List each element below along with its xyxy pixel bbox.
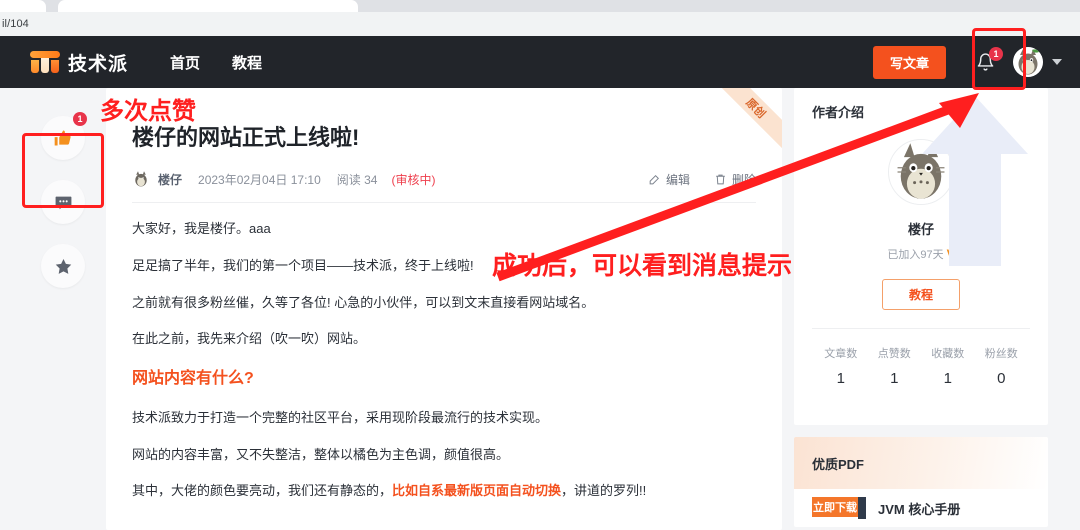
site-navbar: 技术派 首页 教程 写文章 1 bbox=[0, 36, 1080, 88]
article-read-count: 阅读 34 bbox=[336, 172, 378, 187]
delete-label: 删除 bbox=[731, 172, 756, 187]
thumbs-up-icon bbox=[54, 130, 71, 146]
totoro-avatar-icon bbox=[132, 170, 150, 188]
page-body: 1 原创 楼仔的网站正式上线啦! 楼仔 2023年02月04日 17:10 阅读… bbox=[0, 88, 1080, 530]
stat-value: 1 bbox=[890, 370, 899, 387]
browser-url-bar[interactable]: il/104 bbox=[0, 12, 1080, 36]
article-action-rail: 1 bbox=[26, 112, 100, 308]
article-paragraph-clipped: 其中，大佬的颜色要亮动，我们还有静态的，比如自系最新版页面自动切换，讲道的罗列!… bbox=[132, 481, 756, 502]
clipped-prefix: 其中，大佬的颜色要亮动，我们还有静态的， bbox=[132, 483, 393, 499]
pdf-card: 优质PDF 立即下载 JVM 核心手册 bbox=[794, 437, 1048, 527]
article-date: 2023年02月04日 17:10 bbox=[198, 172, 321, 187]
totoro-avatar-icon bbox=[1013, 47, 1043, 77]
chevron-down-icon[interactable] bbox=[1052, 59, 1062, 65]
nav-links: 首页 教程 bbox=[170, 52, 294, 73]
clipped-suffix: ，讲道的罗列!! bbox=[561, 483, 647, 499]
sidebar: 作者介绍 楼仔 已加入97天 教程 文章数 1 点赞数 1 收藏数 1 粉丝数 … bbox=[794, 88, 1048, 530]
stat-value: 1 bbox=[943, 370, 952, 387]
download-tag: 立即下载 bbox=[812, 497, 858, 517]
stat-label: 收藏数 bbox=[931, 348, 965, 360]
clipped-highlight: 比如自系最新版页面自动切换 bbox=[392, 483, 562, 499]
pdf-card-header: 优质PDF bbox=[794, 437, 1048, 489]
pdf-card-title: 优质PDF bbox=[812, 456, 865, 472]
logo-mark-icon bbox=[30, 51, 60, 73]
article-heading: 网站内容有什么? bbox=[132, 370, 254, 388]
author-avatar-small bbox=[132, 170, 150, 188]
original-ribbon-label: 原创 bbox=[716, 88, 782, 150]
article-paragraph: 足足搞了半年，我们的第一个项目——技术派，终于上线啦! bbox=[132, 257, 474, 273]
article-paragraph: 之前就有很多粉丝催，久等了各位! 心急的小伙伴，可以到文末直接看网站域名。 bbox=[132, 294, 595, 310]
edit-icon bbox=[649, 174, 659, 184]
comment-icon bbox=[55, 196, 71, 209]
favorite-button[interactable] bbox=[41, 244, 85, 288]
status-badge: (审核中) bbox=[391, 172, 436, 187]
nav-link-tutorial[interactable]: 教程 bbox=[232, 52, 262, 73]
like-count-badge: 1 bbox=[73, 112, 87, 126]
notification-badge: 1 bbox=[989, 47, 1003, 61]
edit-button[interactable]: 编辑 bbox=[648, 171, 690, 188]
stat-label: 点赞数 bbox=[877, 348, 911, 360]
brand-name: 技术派 bbox=[68, 53, 129, 75]
pdf-list-item[interactable]: 立即下载 JVM 核心手册 bbox=[794, 489, 1048, 519]
article-card: 原创 楼仔的网站正式上线啦! 楼仔 2023年02月04日 17:10 阅读 3… bbox=[106, 88, 782, 530]
article-meta: 楼仔 2023年02月04日 17:10 阅读 34 (审核中) 编辑 删除 bbox=[132, 170, 756, 203]
app-root: il/104 技术派 首页 教程 写文章 1 1 原创 楼仔的网站正式上线啦! … bbox=[0, 0, 1080, 530]
article-paragraph: 在此之前，我先来介绍（吹一吹）网站。 bbox=[132, 331, 367, 347]
stat-label: 粉丝数 bbox=[984, 348, 1018, 360]
pdf-thumbnail-icon: 立即下载 bbox=[812, 497, 866, 519]
stat-favorites: 收藏数 1 bbox=[921, 345, 975, 387]
stat-label: 文章数 bbox=[824, 348, 858, 360]
stat-articles: 文章数 1 bbox=[814, 345, 868, 387]
browser-tab-bar bbox=[0, 0, 1080, 12]
article-paragraph: 技术派致力于打造一个完整的社区平台，采用现阶段最流行的技术实现。 bbox=[132, 409, 549, 425]
trash-icon bbox=[716, 174, 725, 184]
author-action-button[interactable]: 教程 bbox=[882, 279, 960, 310]
arrow-up-watermark-icon bbox=[922, 96, 1028, 266]
stat-value: 0 bbox=[997, 370, 1006, 387]
like-button[interactable]: 1 bbox=[41, 112, 87, 160]
author-card: 作者介绍 楼仔 已加入97天 教程 文章数 1 点赞数 1 收藏数 1 粉丝数 … bbox=[794, 88, 1048, 425]
browser-tab-active[interactable] bbox=[58, 0, 358, 12]
nav-right-group: 写文章 1 bbox=[872, 45, 1062, 79]
article-action-buttons: 编辑 删除 bbox=[624, 171, 756, 188]
original-ribbon: 原创 bbox=[716, 88, 782, 154]
write-article-button[interactable]: 写文章 bbox=[872, 45, 946, 79]
browser-tab-partial-left[interactable] bbox=[0, 0, 46, 12]
avatar[interactable] bbox=[1013, 47, 1043, 77]
brand-logo[interactable]: 技术派 bbox=[30, 49, 128, 76]
delete-button[interactable]: 删除 bbox=[714, 171, 756, 188]
stat-likes: 点赞数 1 bbox=[868, 345, 922, 387]
url-text: il/104 bbox=[2, 18, 29, 30]
edit-label: 编辑 bbox=[665, 172, 690, 187]
author-stats: 文章数 1 点赞数 1 收藏数 1 粉丝数 0 bbox=[794, 329, 1048, 387]
star-icon bbox=[55, 258, 71, 274]
pdf-item-name: JVM 核心手册 bbox=[878, 501, 961, 517]
page-title: 楼仔的网站正式上线啦! bbox=[132, 125, 360, 150]
stat-followers: 粉丝数 0 bbox=[975, 345, 1029, 387]
article-body: 大家好，我是楼仔。aaa 足足搞了半年，我们的第一个项目——技术派，终于上线啦!… bbox=[132, 203, 756, 502]
notification-bell-button[interactable]: 1 bbox=[976, 47, 1003, 72]
comment-button[interactable] bbox=[41, 180, 85, 224]
nav-link-home[interactable]: 首页 bbox=[170, 52, 200, 73]
article-paragraph: 网站的内容丰富，又不失整洁，整体以橘色为主色调，颜值很高。 bbox=[132, 446, 510, 462]
article-paragraph: 大家好，我是楼仔。aaa bbox=[132, 221, 271, 236]
article-author[interactable]: 楼仔 bbox=[158, 171, 182, 188]
stat-value: 1 bbox=[836, 370, 845, 387]
browser-tab-strip-empty bbox=[358, 0, 1080, 12]
